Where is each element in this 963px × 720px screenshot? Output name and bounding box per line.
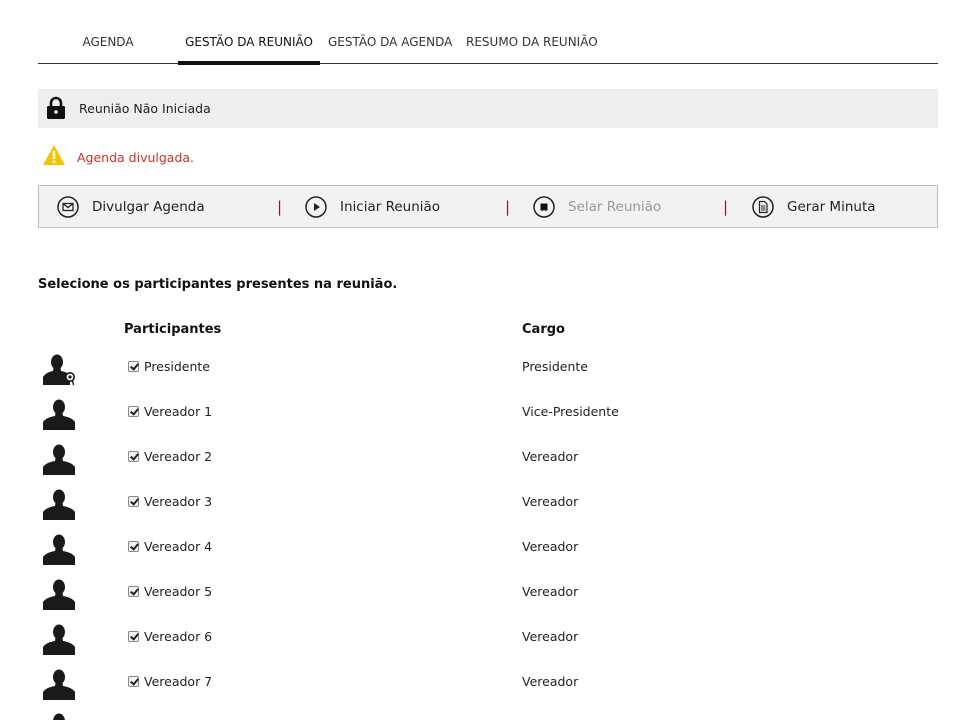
meeting-status-text: Reunião Não Iniciada <box>79 101 211 116</box>
document-icon <box>752 196 774 218</box>
stop-icon <box>533 196 555 218</box>
participant-cargo: Vice-Presidente <box>522 404 619 419</box>
participant-name: Vereador 6 <box>144 629 213 644</box>
participant-cargo: Vereador <box>522 674 579 689</box>
participant-name: Vereador 3 <box>144 494 213 509</box>
warning-text: Agenda divulgada. <box>77 150 195 165</box>
table-row: Vereador 3 Vereador <box>38 488 938 533</box>
tab-agenda[interactable]: AGENDA <box>72 24 144 64</box>
gerar-minuta-label: Gerar Minuta <box>787 199 876 215</box>
user-icon <box>42 668 76 700</box>
table-row: Presidente Presidente <box>38 353 938 398</box>
participant-checkbox[interactable] <box>128 496 139 507</box>
meeting-status-bar: Reunião Não Iniciada <box>38 89 938 128</box>
user-icon <box>42 398 76 430</box>
participant-checkbox[interactable] <box>128 406 139 417</box>
participant-cargo: Vereador <box>522 539 579 554</box>
selar-reuniao-label: Selar Reunião <box>568 199 662 215</box>
table-row: Vereador 4 Vereador <box>38 533 938 578</box>
participant-name: Vereador 2 <box>144 449 213 464</box>
participant-cargo: Vereador <box>522 629 579 644</box>
user-icon <box>42 623 76 655</box>
participant-cargo: Vereador <box>522 584 579 599</box>
participants-instruction: Selecione os participantes presentes na … <box>38 277 398 292</box>
tab-resumo-reuniao[interactable]: RESUMO DA REUNIÃO <box>466 24 598 64</box>
lock-icon <box>46 96 66 120</box>
participant-checkbox[interactable] <box>128 451 139 462</box>
toolbar-separator: | <box>505 198 511 216</box>
selar-reuniao-button[interactable]: Selar Reunião <box>533 186 683 227</box>
participant-name: Presidente <box>144 359 210 374</box>
gerar-minuta-button[interactable]: Gerar Minuta <box>752 186 902 227</box>
user-icon <box>42 578 76 610</box>
participant-checkbox[interactable] <box>128 676 139 687</box>
user-icon <box>42 443 76 475</box>
participantes-header: Participantes <box>124 322 222 337</box>
envelope-icon <box>57 196 79 218</box>
participant-name: Vereador 7 <box>144 674 213 689</box>
president-user-icon <box>42 353 76 386</box>
table-row: Vereador 2 Vereador <box>38 443 938 488</box>
toolbar-separator: | <box>723 198 729 216</box>
meeting-toolbar: Divulgar Agenda | Iniciar Reunião | Sela… <box>38 185 938 228</box>
participant-cargo: Vereador <box>522 494 579 509</box>
table-row: Vereador 1 Vice-Presidente <box>38 398 938 443</box>
participant-checkbox[interactable] <box>128 361 139 372</box>
participant-checkbox[interactable] <box>128 586 139 597</box>
participant-cargo: Presidente <box>522 359 588 374</box>
cargo-header: Cargo <box>522 322 565 337</box>
tab-gestao-reuniao[interactable]: GESTÃO DA REUNIÃO <box>178 24 320 65</box>
table-row: Vereador 5 Vereador <box>38 578 938 623</box>
participant-checkbox[interactable] <box>128 541 139 552</box>
toolbar-separator: | <box>277 198 283 216</box>
divulgar-agenda-label: Divulgar Agenda <box>92 199 205 215</box>
participant-name: Vereador 4 <box>144 539 213 554</box>
participant-checkbox[interactable] <box>128 631 139 642</box>
participant-name: Vereador 1 <box>144 404 213 419</box>
user-icon <box>42 533 76 565</box>
table-row: Vereador 7 Vereador <box>38 668 938 713</box>
iniciar-reuniao-label: Iniciar Reunião <box>340 199 441 215</box>
user-icon <box>42 488 76 520</box>
play-icon <box>305 196 327 218</box>
table-row: Vereador 6 Vereador <box>38 623 938 668</box>
divulgar-agenda-button[interactable]: Divulgar Agenda <box>57 186 227 227</box>
warning-icon <box>42 144 66 166</box>
participant-name: Vereador 5 <box>144 584 213 599</box>
tab-gestao-agenda[interactable]: GESTÃO DA AGENDA <box>328 24 452 64</box>
iniciar-reuniao-button[interactable]: Iniciar Reunião <box>305 186 455 227</box>
user-icon <box>42 712 76 720</box>
participant-cargo: Vereador <box>522 449 579 464</box>
tab-bar: AGENDA GESTÃO DA REUNIÃO GESTÃO DA AGEND… <box>38 24 938 65</box>
